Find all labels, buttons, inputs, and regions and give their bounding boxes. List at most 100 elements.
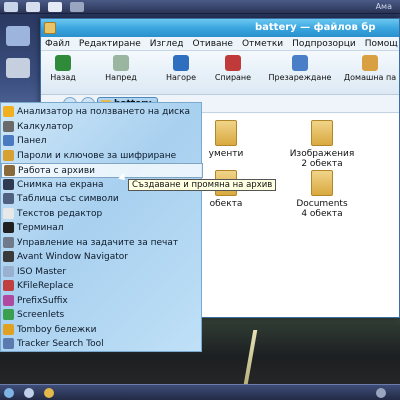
up-button[interactable]: Нагоре	[151, 53, 211, 82]
replace-icon	[3, 280, 14, 291]
cd-icon	[3, 265, 14, 277]
menu-item[interactable]: ISO Master	[1, 265, 203, 280]
menu-item[interactable]: Анализатор на ползването на диска	[1, 105, 203, 120]
taskbar-start-icon[interactable]	[4, 388, 14, 398]
menu-item[interactable]: Управление на задачите за печат	[1, 236, 203, 251]
reload-icon	[292, 55, 308, 71]
panel-mail-icon[interactable]	[48, 2, 62, 12]
top-panel: Ама	[0, 0, 400, 14]
menu-item[interactable]: Работа с архиви	[1, 163, 203, 178]
menu-item-label: Tomboy бележки	[17, 324, 97, 335]
folder-icon	[311, 170, 333, 196]
bottom-taskbar	[0, 384, 400, 400]
menu-item-label: ISO Master	[17, 266, 67, 277]
menu-item-label: Анализатор на ползването на диска	[17, 107, 191, 117]
stop-icon	[225, 55, 241, 71]
folder-item[interactable]: Documents 4 обекта	[277, 170, 367, 219]
forward-arrow-icon	[113, 55, 129, 71]
window-title: battery — файлов бр	[255, 22, 376, 33]
key-icon	[3, 149, 14, 161]
terminal-icon	[3, 222, 14, 233]
folder-item[interactable]: Изображения 2 обекта	[277, 120, 367, 169]
menu-item-label: Пароли и ключове за шифриране	[17, 150, 177, 161]
menu-item-label: Калкулатор	[17, 121, 74, 132]
up-label: Нагоре	[165, 73, 196, 82]
taskbar-files-icon[interactable]	[44, 388, 54, 398]
menu-item[interactable]: Tomboy бележки	[1, 323, 203, 338]
menu-item-label: Управление на задачите за печат	[17, 237, 179, 248]
menu-item[interactable]: PrefixSuffix	[1, 294, 203, 309]
reload-label: Презареждане	[268, 73, 332, 82]
stop-button[interactable]: Спиране	[203, 53, 263, 82]
home-label: Домашна па	[343, 73, 397, 82]
menu-item-label: Терминал	[17, 223, 64, 233]
menu-item[interactable]: Панел	[1, 134, 203, 149]
menu-item-label: Avant Window Navigator	[17, 252, 128, 262]
menu-item[interactable]: Tracker Search Tool	[1, 337, 203, 352]
menu-item-label: Tracker Search Tool	[17, 339, 104, 349]
menu-item[interactable]: Текстов редактор	[1, 207, 203, 222]
menu-view[interactable]: Изглед	[150, 37, 184, 50]
tomboy-icon	[3, 323, 14, 335]
menu-item[interactable]: Калкулатор	[1, 120, 203, 135]
menu-item[interactable]: Avant Window Navigator	[1, 250, 203, 265]
window-titlebar[interactable]: battery — файлов бр	[41, 19, 399, 37]
menu-item-label: Таблица със символи	[17, 194, 119, 204]
stop-label: Спиране	[214, 73, 252, 82]
folder-name: Изображения	[289, 149, 355, 159]
menu-item-label: Screenlets	[17, 310, 65, 320]
disk-usage-icon	[3, 106, 14, 117]
folder-icon	[311, 120, 333, 146]
menu-go[interactable]: Отиване	[193, 37, 233, 50]
menu-item[interactable]: Пароли и ключове за шифриране	[1, 149, 203, 164]
menu-tabs[interactable]: Подпрозорци	[292, 37, 356, 50]
prefix-icon	[3, 294, 14, 306]
back-arrow-icon	[55, 55, 71, 71]
menu-item[interactable]: Терминал	[1, 221, 203, 236]
menu-edit[interactable]: Редактиране	[79, 37, 141, 50]
menu-item[interactable]: Таблица със символи	[1, 192, 203, 207]
folder-name: Documents	[296, 199, 348, 209]
desktop-home-icon[interactable]	[6, 26, 30, 46]
text-editor-icon	[3, 207, 14, 219]
panel-browser-icon[interactable]	[26, 2, 40, 12]
applications-menu: Анализатор на ползването на диска Калкула…	[0, 102, 203, 352]
home-button[interactable]: Домашна па	[339, 53, 400, 82]
back-label: Назад	[50, 73, 76, 82]
folder-icon	[44, 22, 56, 34]
menu-item-label: Работа с архиви	[18, 166, 95, 176]
tracker-icon	[3, 338, 14, 349]
back-button[interactable]: Назад	[33, 53, 93, 82]
panel-clock: Ама	[375, 2, 392, 11]
home-icon	[362, 55, 378, 71]
panel-launcher-icon[interactable]	[4, 2, 18, 12]
up-arrow-icon	[173, 55, 189, 71]
menu-help[interactable]: Помощ	[365, 37, 398, 50]
panel-icon	[3, 135, 14, 146]
panel-terminal-icon[interactable]	[70, 2, 84, 12]
printer-icon	[3, 236, 14, 248]
awn-icon	[3, 251, 14, 262]
charmap-icon	[3, 193, 14, 204]
desktop-trash-icon[interactable]	[6, 58, 30, 78]
reload-button[interactable]: Презареждане	[263, 53, 337, 82]
folder-icon	[215, 120, 237, 146]
folder-count: 2 обекта	[301, 159, 343, 169]
menu-item-label: Панел	[17, 136, 47, 146]
calculator-icon	[3, 120, 14, 132]
forward-label: Напред	[105, 73, 137, 82]
taskbar-browser-icon[interactable]	[24, 388, 34, 398]
forward-button[interactable]: Напред	[91, 53, 151, 82]
screenlets-icon	[3, 309, 14, 320]
menu-item-label: KFileReplace	[17, 281, 74, 291]
menu-bookmarks[interactable]: Отметки	[242, 37, 283, 50]
menu-item[interactable]: Screenlets	[1, 308, 203, 323]
menu-file[interactable]: Файл	[45, 37, 70, 50]
menu-item-label: Снимка на екрана	[17, 179, 104, 190]
menu-item-label: Текстов редактор	[17, 208, 103, 219]
menu-bar: Файл Редактиране Изглед Отиване Отметки …	[41, 37, 399, 51]
tooltip: Създаване и промяна на архив	[128, 179, 277, 191]
camera-icon	[3, 178, 14, 190]
menu-item[interactable]: KFileReplace	[1, 279, 203, 294]
taskbar-status-icon[interactable]	[376, 388, 386, 398]
